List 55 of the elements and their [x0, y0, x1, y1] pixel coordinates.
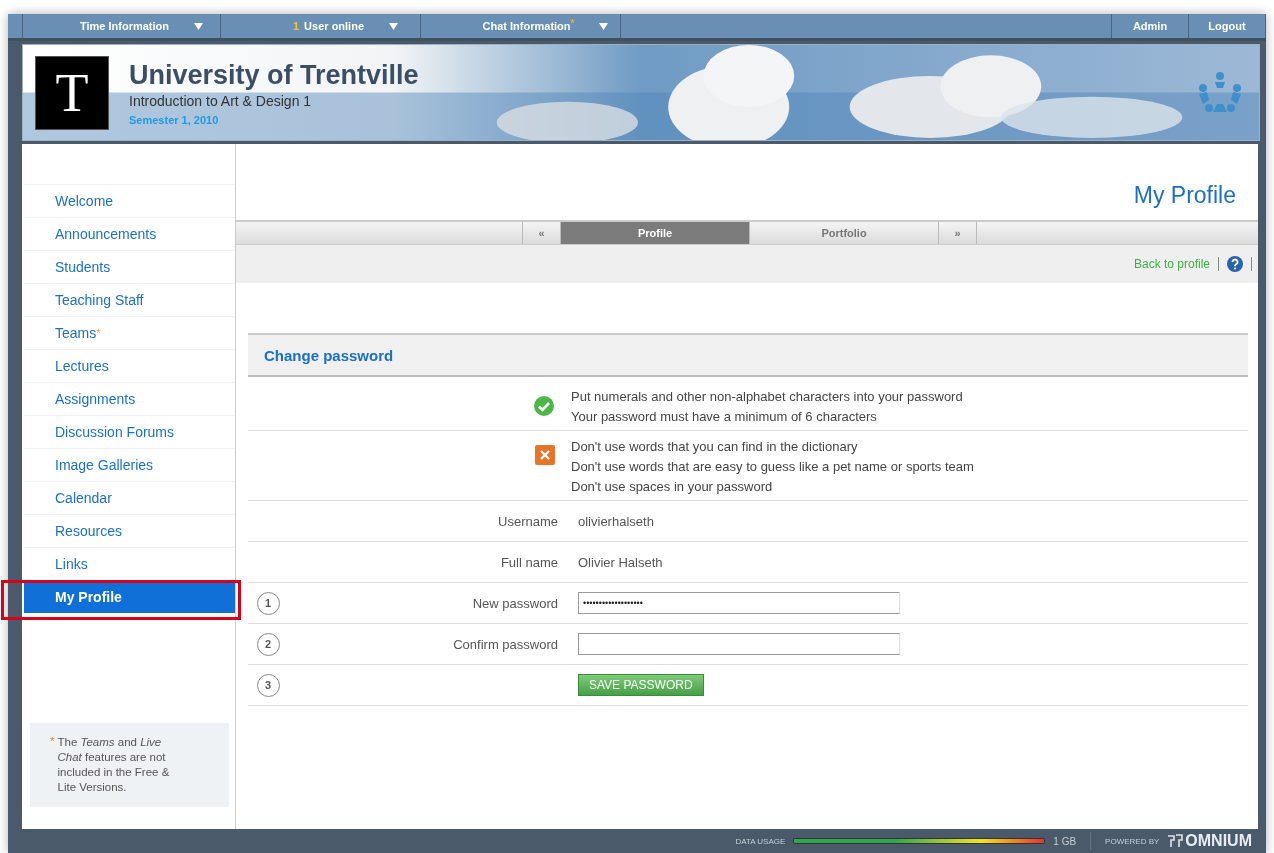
sidebar-item[interactable]: Lectures [24, 349, 235, 382]
usage-label: DATA USAGE [735, 836, 786, 846]
field-label: Full name [499, 554, 559, 570]
cross-icon [535, 445, 555, 465]
menu-label: Chat Information [482, 20, 571, 32]
sidebar-item[interactable]: Assignments [24, 382, 235, 415]
semester-label: Semester 1, 2010 [129, 113, 220, 126]
caret-icon [599, 22, 609, 30]
sidebar-item[interactable]: Teaching Staff [24, 283, 235, 316]
caret-icon [194, 22, 203, 30]
sidebar-item[interactable]: Announcements [24, 217, 235, 250]
sidebar-item[interactable]: Discussion Forums [24, 415, 235, 448]
sidebar-item[interactable]: Calendar [24, 481, 235, 514]
sidebar-item[interactable]: Links [24, 547, 235, 580]
usage-value: 1 GB [1053, 835, 1077, 847]
tab[interactable]: Portfolio [750, 222, 939, 244]
menu-label: Time Information [80, 20, 169, 32]
top-menu[interactable]: Chat Information* [421, 14, 621, 38]
powered-by-label: POWERED BY [1105, 836, 1160, 846]
field-label: Confirm password [452, 636, 559, 652]
field-label: Username [497, 513, 559, 529]
password-field[interactable]: ••••••••••••••••••• [578, 592, 900, 614]
brand-name: OMNIUM [1185, 832, 1252, 850]
top-menu[interactable]: 1 User online [221, 14, 421, 38]
help-icon[interactable] [1227, 256, 1243, 272]
top-menu[interactable]: Time Information [23, 14, 221, 38]
field-value: Olivier Halseth [578, 555, 663, 570]
tab[interactable]: » [939, 222, 977, 244]
top-link[interactable]: Admin [1112, 14, 1189, 38]
page-title: My Profile [1132, 182, 1237, 210]
course-title: Introduction to Art & Design 1 [129, 92, 313, 109]
field-label: New password [471, 595, 559, 611]
menu-label: User online [304, 20, 364, 32]
sidebar-item[interactable]: Image Galleries [24, 448, 235, 481]
rule-text: Don't use spaces in your password [571, 479, 774, 494]
logo: T [35, 55, 109, 130]
rule-text: Your password must have a minimum of 6 characters [571, 409, 878, 424]
top-link[interactable]: Logout [1189, 14, 1266, 38]
online-count: 1 [293, 20, 300, 32]
sidebar-item[interactable]: Resources [24, 514, 235, 547]
note-mark: * [50, 735, 55, 749]
tab[interactable]: Profile [561, 222, 750, 244]
section-title: Change password [264, 346, 394, 364]
note-mark: * [570, 17, 575, 29]
site-title: University of Trentville [129, 59, 419, 91]
rule-text: Put numerals and other non-alphabet characters into your password [571, 389, 963, 404]
check-icon [533, 395, 555, 417]
sidebar-item[interactable]: Students [24, 250, 235, 283]
rule-text: Don't use words that you can find in the dictionary [571, 439, 859, 454]
field-value: olivierhalseth [578, 514, 654, 529]
footnote-text: The Teams and Live Chat features are not included in the Free & Lite Versions. [57, 735, 171, 795]
rule-text: Don't use words that are easy to guess like a pet name or sports team [571, 459, 974, 474]
password-field[interactable] [578, 633, 900, 655]
sidebar-item[interactable]: Welcome [24, 184, 235, 217]
caret-icon [389, 22, 398, 30]
